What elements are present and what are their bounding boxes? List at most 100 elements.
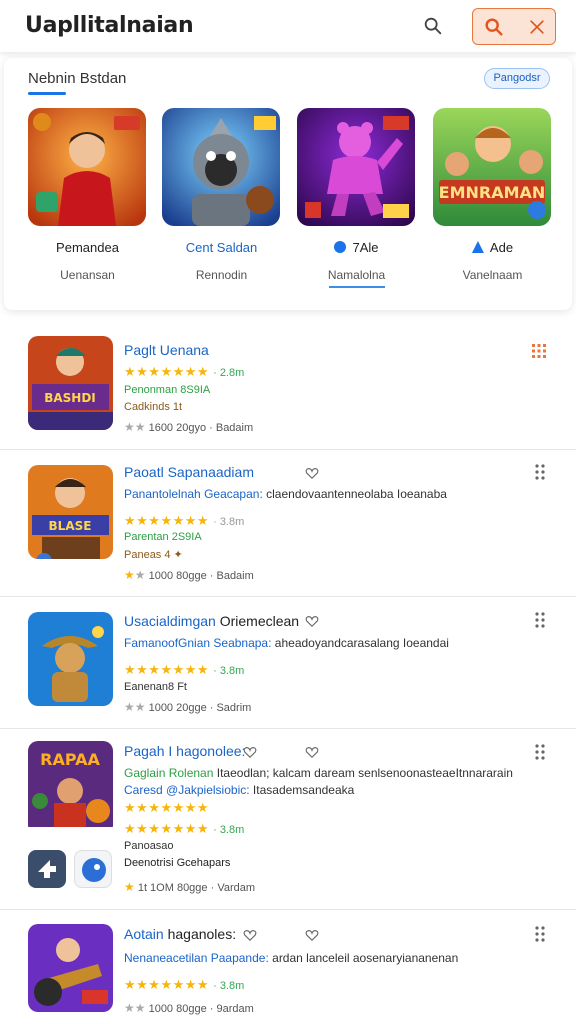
game-art-cannon [28,924,113,1012]
app-icon[interactable] [28,612,113,706]
featured-app-icon[interactable]: EMNRAMAN [433,108,551,226]
stars: ★★★★★★★ [124,821,210,836]
game-art-raider: RAPAA [28,741,113,827]
section-title: Nebnin Bstdan [28,70,127,87]
description-text: ardan lanceleil aosenaryiananenan [272,951,459,965]
description-link[interactable]: Nenaneacetilan Paapande: [124,951,269,965]
divider [0,449,576,450]
star-rating: ★★★★★★★ · 3.8m [124,662,244,678]
featured-app-icon[interactable] [297,108,415,226]
bird-icon [82,858,106,882]
heart-icon[interactable] [305,466,319,480]
social-icon[interactable] [28,850,66,888]
featured-app-name-text: Cent Saldan [185,240,258,255]
heart-icon[interactable] [243,928,257,942]
svg-text:BLASE: BLASE [49,519,92,533]
featured-app-name: 7Ale [289,240,424,255]
star-rating: ★★★★★★★ · 2.8m [124,364,244,380]
app-icon[interactable]: BASHDI [28,336,113,430]
featured-app-icon[interactable] [28,108,146,226]
app-icon[interactable]: RAPAA [28,741,113,835]
more-options-icon[interactable] [535,925,545,943]
heart-icon[interactable] [305,614,319,628]
app-description: Gaglain Rolenan Itaeodlan; kalcam daream… [124,766,513,780]
search-button-icon[interactable] [483,16,505,38]
search-action-group [472,8,556,45]
featured-app-name: Cent Saldan [154,240,289,255]
app-meta: ★★ 1600 20gyo · Badaim [124,420,254,434]
app-icon[interactable]: BLASE [28,465,113,559]
description-link[interactable]: FamanoofGnian Seabnapa: [124,636,271,650]
heart-icon[interactable] [243,745,257,759]
app-meta-text: 1000 80gge · 9ardam [148,1003,254,1015]
app-meta-text: 1000 80gge · Badaim [148,570,254,582]
app-description: Caresd @Jakpielsiobic: Itasademsandeaka [124,783,354,797]
stars: ★★★★★★★ [124,662,210,677]
app-title[interactable]: Aotain haganoles: [124,926,236,942]
app-subline: Eanenan8 Ft [124,681,187,693]
divider [0,596,576,597]
rating-text: · 3.8m [213,980,245,992]
tab-indicator [28,92,66,95]
app-title[interactable]: Usacialdimgan Oriemeclean [124,613,299,629]
app-subline: Penonman 8S9IA [124,384,211,396]
app-title[interactable]: Pagah I hagonolee: [124,743,245,759]
game-art-kids: EMNRAMAN [433,108,551,226]
svg-text:RAPAA: RAPAA [40,750,100,769]
more-options-icon[interactable] [535,463,545,481]
stars: ★★★★★★★ [124,977,210,992]
grid-icon[interactable] [531,343,547,359]
heart-icon[interactable] [305,745,319,759]
stars: ★★★★★★★ [124,800,210,815]
featured-app-name: Ade [425,240,560,255]
star-rating: ★★★★★★★ · 3.8m [124,821,244,837]
app-title-text: Usacialdimgan [124,613,216,629]
game-art-robot [162,108,280,226]
featured-app-icon[interactable] [162,108,280,226]
app-subline: Deenotrisi Gcehapars [124,857,231,869]
app-subline: Cadkinds 1t [124,401,183,413]
description-link[interactable]: Panantolelnah Geacapan: [124,487,263,501]
app-meta: ★ 1t 1OM 80gge · Vardam [124,880,256,894]
app-title-suffix: Oriemeclean [219,613,300,629]
close-icon[interactable] [527,17,547,37]
app-title-suffix: haganoles: [167,926,237,942]
svg-text:BASHDI: BASHDI [44,391,96,405]
game-art-hero [28,108,146,226]
filter-pill[interactable]: Pangodsr [484,68,550,89]
game-art-cowboy [28,612,113,706]
app-description: Panantolelnah Geacapan: claendovaantenne… [124,487,447,501]
star-rating: ★★★★★★★ · 3.8m [124,513,244,529]
app-title[interactable]: Paoatl Sapanaadiam [124,464,254,480]
more-options-icon[interactable] [535,743,545,761]
app-meta: ★★ 1000 80gge · 9ardam [124,1001,254,1015]
stars: ★★★★★★★ [124,513,210,528]
subtitle-underline [329,286,385,288]
star-rating: ★★★★★★★ · 3.8m [124,977,244,993]
more-options-icon[interactable] [535,611,545,629]
app-subline: Parentan 2S9IA [124,531,202,543]
app-title[interactable]: Paglt Uenana [124,342,209,358]
app-description: FamanoofGnian Seabnapa: aheadoyandcarasa… [124,636,449,650]
rating-text: · 3.8m [213,824,245,836]
heart-icon[interactable] [305,928,319,942]
description-text: Itaeodlan; kalcam daream senlsenoonastea… [216,766,513,780]
badge-icon [334,241,347,253]
svg-text:EMNRAMAN: EMNRAMAN [439,183,546,202]
game-art-warrior: BLASE [28,465,113,559]
app-icon[interactable] [28,924,113,1012]
featured-app-name-text: Ade [489,240,514,255]
app-meta: ★★ 1000 80gge · Badaim [124,568,254,582]
app-title-text: Aotain [124,926,164,942]
person-icon [471,241,484,253]
app-meta-text: 1000 20gge · Sadrim [148,702,252,714]
star-rating: ★★★★★★★ [124,800,209,816]
app-subline: Paneas 4 ✦ [124,549,183,561]
featured-app-subtitle: Vanelnaam [462,268,523,282]
search-icon[interactable] [422,15,444,37]
description-link[interactable]: Caresd @Jakpielsiobic: [124,783,250,797]
description-link[interactable]: Gaglain Rolenan [124,766,213,780]
social-icon[interactable] [74,850,112,888]
rating-text: · 3.8m [213,665,245,677]
featured-section: Nebnin Bstdan Pangodsr Pemandea Uenansan [4,58,572,310]
